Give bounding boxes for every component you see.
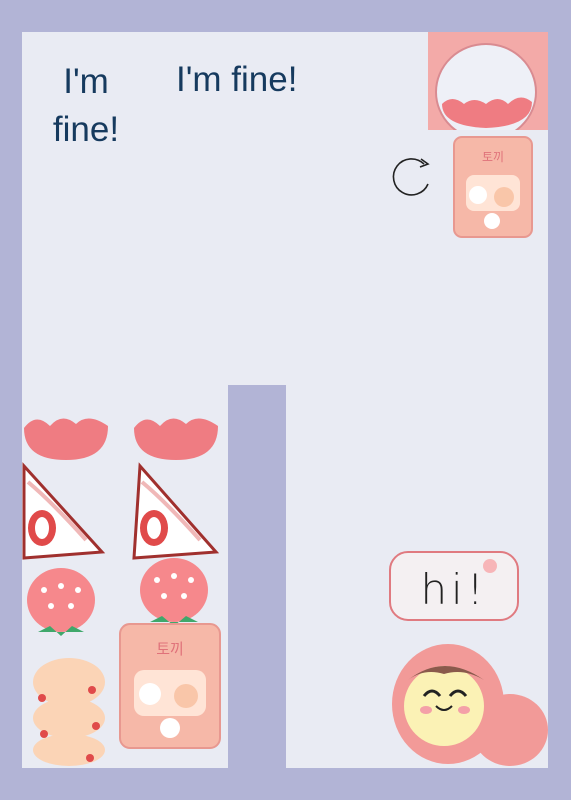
refresh-arrow-icon[interactable] xyxy=(388,150,436,198)
hi-text: hi! xyxy=(420,564,488,614)
snack-bag-label: 토끼 xyxy=(482,150,504,164)
bunny-character-sticker[interactable] xyxy=(392,640,548,768)
bowl-rim-sticker-2[interactable] xyxy=(132,410,220,462)
sandwich-sticker-1[interactable] xyxy=(22,462,106,560)
im-fine-text[interactable]: I'm fine! xyxy=(176,56,297,104)
paper-cutout xyxy=(228,385,286,768)
snack-bag-sticker-small[interactable]: 토끼 xyxy=(452,135,534,239)
snack-bag-big-label: 토끼 xyxy=(156,640,184,658)
mochi-stack-sticker[interactable] xyxy=(30,654,108,768)
im-fine-text-stacked[interactable]: I'm fine! xyxy=(46,58,126,154)
sandwich-sticker-2[interactable] xyxy=(130,462,220,560)
snack-bag-sticker-large[interactable]: 토끼 xyxy=(118,622,222,750)
strawberry-sticker-1[interactable] xyxy=(24,566,98,644)
bowl-rim-sticker-1[interactable] xyxy=(22,410,110,462)
bowl-sticker[interactable] xyxy=(428,32,548,130)
